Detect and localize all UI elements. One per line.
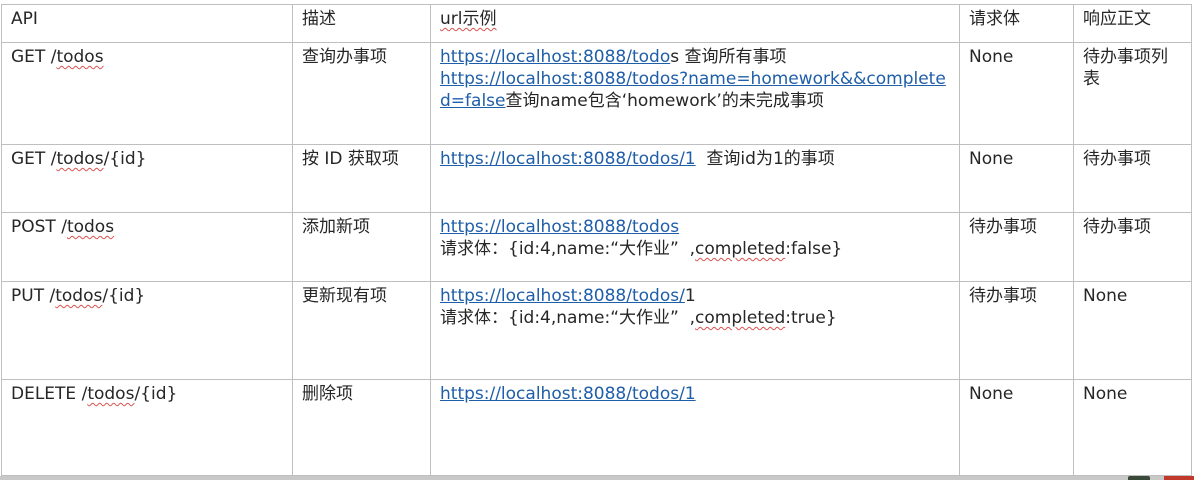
- header-request-body: 请求体: [959, 4, 1074, 43]
- url-cell: https://localhost:8088/todos/1 请求体：{id:4,…: [430, 281, 960, 380]
- api-cell: GET /todos: [1, 42, 293, 145]
- url-cell: https://localhost:8088/todos/1 查询id为1的事项: [430, 144, 960, 213]
- api-path: todos: [55, 286, 103, 306]
- api-method: PUT /: [11, 286, 56, 306]
- header-description: 描述: [292, 4, 431, 43]
- table-row: DELETE /todos/{id} 删除项 https://localhost…: [1, 379, 1192, 476]
- response-body-cell: None: [1073, 379, 1192, 476]
- request-body-example-key: completed: [695, 308, 786, 328]
- response-body-cell: 待办事项列表: [1073, 42, 1192, 145]
- url-link[interactable]: https://localhost:8088/todos/1: [440, 384, 696, 404]
- bottom-edge-red-strip: [1164, 476, 1194, 480]
- url-cell: https://localhost:8088/todos 查询所有事项 https…: [430, 42, 960, 145]
- api-cell: DELETE /todos/{id}: [1, 379, 293, 476]
- description-cell: 添加新项: [292, 212, 431, 282]
- response-body-cell: 待办事项: [1073, 212, 1192, 282]
- bottom-edge-blob: [1128, 476, 1150, 480]
- description-cell: 查询办事项: [292, 42, 431, 145]
- request-body-cell: 待办事项: [959, 212, 1074, 282]
- response-body-cell: None: [1073, 281, 1192, 380]
- request-body-example: 请求体：{id:4,name:“大作业” ,: [440, 308, 696, 328]
- api-method: GET /: [11, 149, 57, 169]
- url-note: 查询id为1的事项: [695, 149, 835, 169]
- api-path: todos: [56, 149, 104, 169]
- api-path: todos: [56, 47, 104, 67]
- request-body-example-end: :false}: [785, 239, 843, 259]
- url-note: 查询name包含‘homework’的未完成事项: [505, 91, 824, 111]
- header-url-example: url示例: [430, 4, 960, 43]
- request-body-cell: None: [959, 144, 1074, 213]
- header-url-text: url示例: [440, 9, 497, 29]
- table-row: GET /todos 查询办事项 https://localhost:8088/…: [1, 42, 1192, 145]
- api-path-suffix: /{id}: [103, 149, 147, 169]
- url-note: 1: [684, 286, 696, 306]
- url-cell: https://localhost:8088/todos 请求体：{id:4,na…: [430, 212, 960, 282]
- api-method: GET /: [11, 47, 57, 67]
- api-table: API 描述 url示例 请求体 响应正文 GET /todos 查询办事项 h…: [1, 4, 1192, 476]
- request-body-cell: None: [959, 42, 1074, 145]
- url-link[interactable]: https://localhost:8088/todo: [440, 47, 670, 67]
- api-cell: GET /todos/{id}: [1, 144, 293, 213]
- url-note: s 查询所有事项: [670, 47, 787, 67]
- description-cell: 按 ID 获取项: [292, 144, 431, 213]
- bottom-edge-strip: [0, 476, 1194, 480]
- table-row: PUT /todos/{id} 更新现有项 https://localhost:…: [1, 281, 1192, 380]
- api-cell: PUT /todos/{id}: [1, 281, 293, 380]
- api-path-suffix: /{id}: [102, 286, 146, 306]
- request-body-example: 请求体：{id:4,name:“大作业” ,: [440, 239, 696, 259]
- request-body-cell: 待办事项: [959, 281, 1074, 380]
- request-body-cell: None: [959, 379, 1074, 476]
- request-body-example-key: completed: [695, 239, 786, 259]
- table-row: POST /todos 添加新项 https://localhost:8088/…: [1, 212, 1192, 282]
- api-method: DELETE /: [11, 384, 88, 404]
- response-body-cell: 待办事项: [1073, 144, 1192, 213]
- api-path: todos: [66, 217, 115, 237]
- api-cell: POST /todos: [1, 212, 293, 282]
- url-link[interactable]: https://localhost:8088/todos/: [440, 286, 685, 306]
- table-header-row: API 描述 url示例 请求体 响应正文: [1, 4, 1192, 43]
- url-link[interactable]: https://localhost:8088/todos/1: [440, 149, 696, 169]
- description-cell: 更新现有项: [292, 281, 431, 380]
- api-path: todos: [87, 384, 135, 404]
- api-path-suffix: /{id}: [134, 384, 178, 404]
- url-cell: https://localhost:8088/todos/1: [430, 379, 960, 476]
- table-row: GET /todos/{id} 按 ID 获取项 https://localho…: [1, 144, 1192, 213]
- description-cell: 删除项: [292, 379, 431, 476]
- url-link[interactable]: https://localhost:8088/todos: [440, 217, 679, 237]
- request-body-example-end: :true}: [785, 308, 837, 328]
- header-api: API: [1, 4, 293, 43]
- api-method: POST /: [11, 217, 67, 237]
- header-response-body: 响应正文: [1073, 4, 1192, 43]
